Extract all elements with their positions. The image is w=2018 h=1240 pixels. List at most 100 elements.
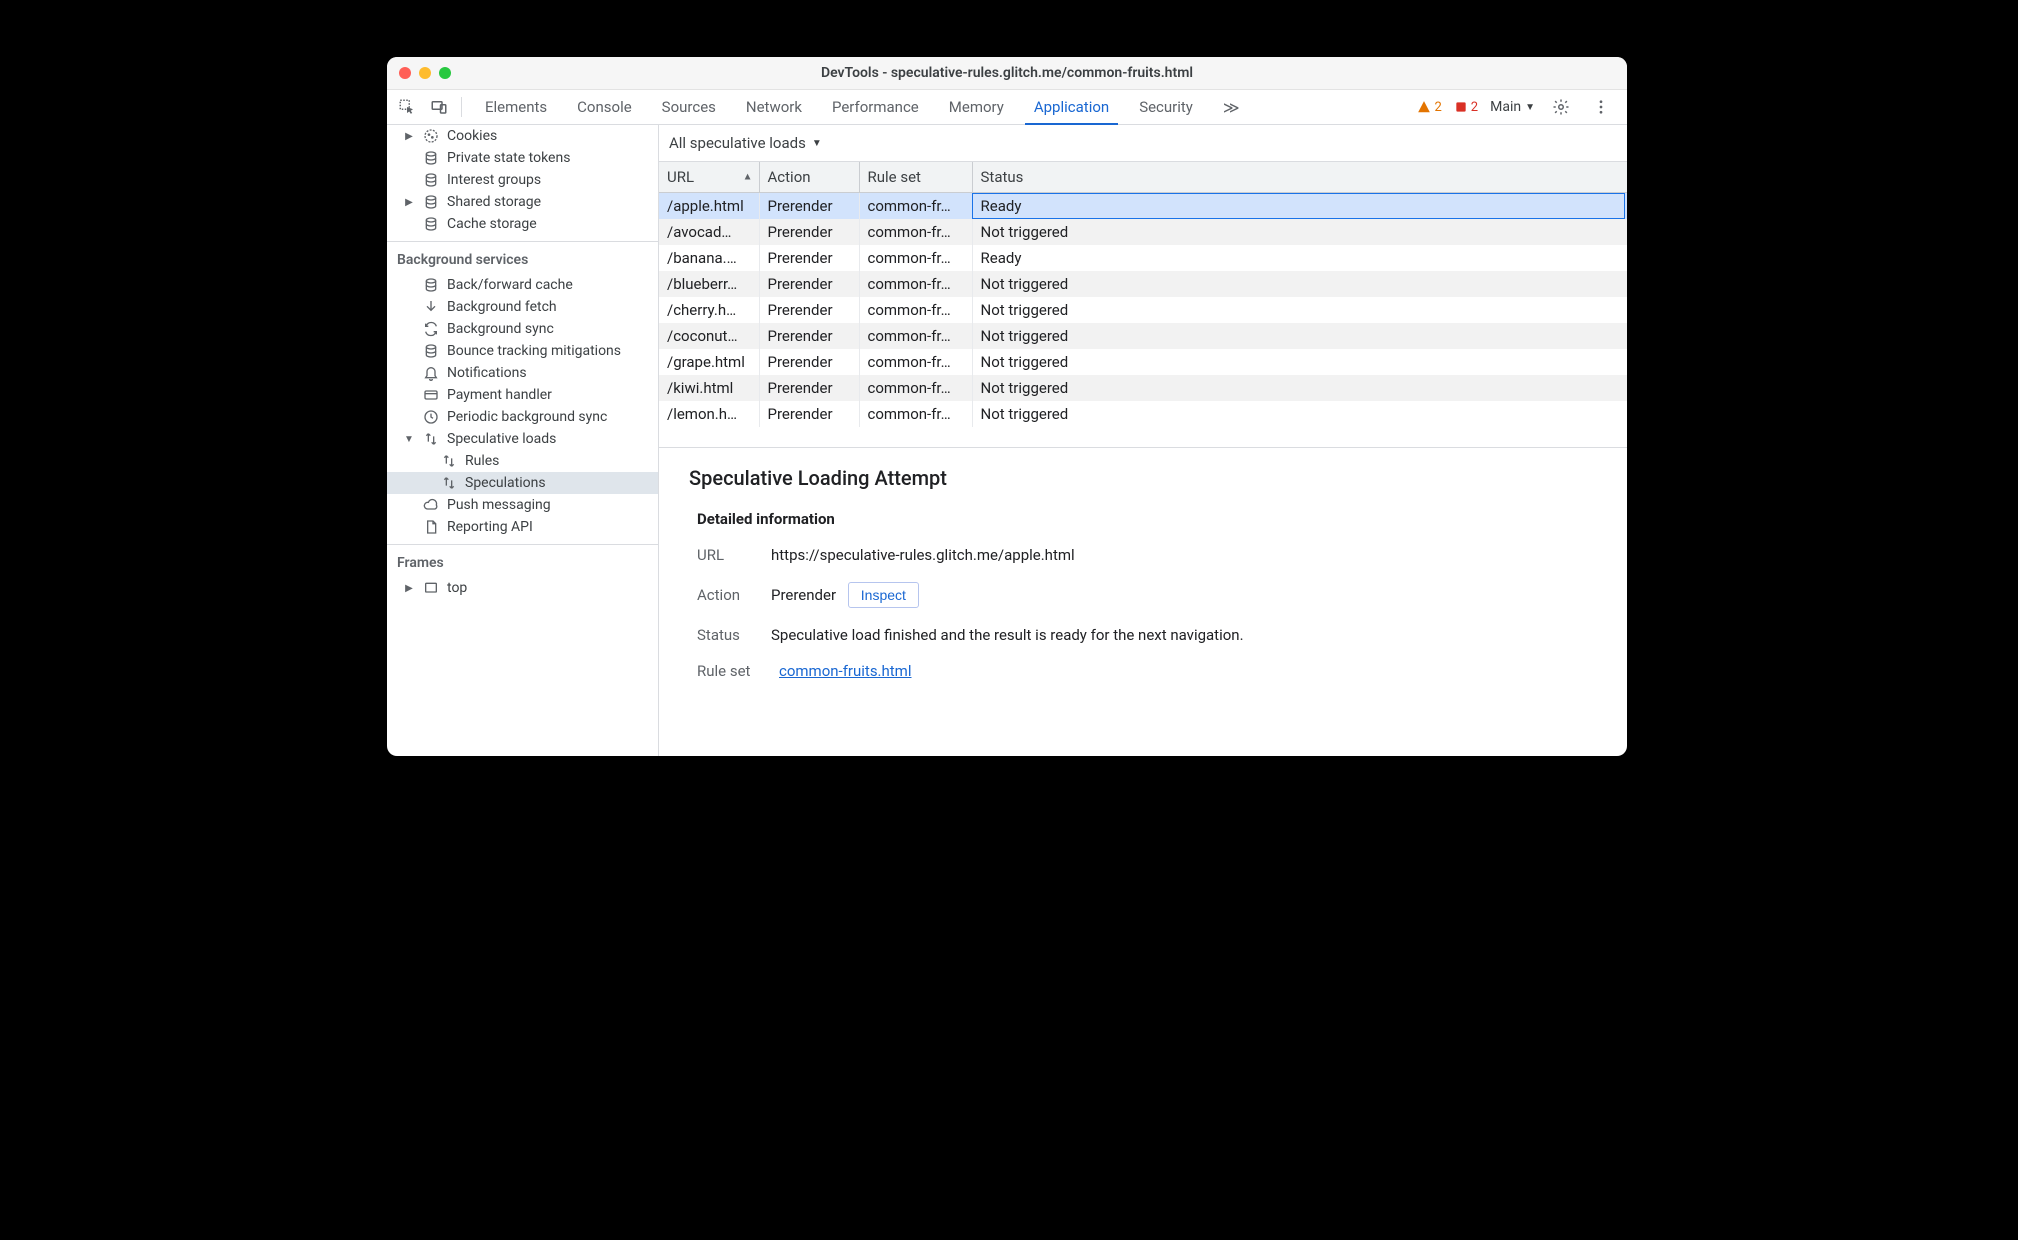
db-icon [423, 150, 439, 166]
tab-memory[interactable]: Memory [934, 90, 1019, 124]
table-row[interactable]: /apple.htmlPrerendercommon-fr…Ready [659, 193, 1627, 220]
column-header-status[interactable]: Status [972, 162, 1627, 193]
inspect-element-icon[interactable] [393, 93, 421, 121]
cell-status: Not triggered [972, 401, 1627, 427]
settings-gear-icon[interactable] [1547, 93, 1575, 121]
table-row[interactable]: /lemon.h…Prerendercommon-fr…Not triggere… [659, 401, 1627, 427]
cell-ruleset: common-fr… [859, 323, 972, 349]
sidebar-item-interest-groups[interactable]: Interest groups [387, 169, 658, 191]
table-row[interactable]: /avocad…Prerendercommon-fr…Not triggered [659, 219, 1627, 245]
devtools-toolbar: Elements Console Sources Network Perform… [387, 90, 1627, 125]
minimize-window-button[interactable] [419, 67, 431, 79]
sort-asc-icon: ▲ [743, 172, 753, 183]
sidebar-item-payment-handler[interactable]: Payment handler [387, 384, 658, 406]
triangle-right-icon[interactable]: ▶ [403, 583, 415, 594]
cell-action: Prerender [759, 401, 859, 427]
sidebar-item-top[interactable]: ▶top [387, 577, 658, 599]
sidebar-item-speculative-loads[interactable]: ▼Speculative loads [387, 428, 658, 450]
table-row[interactable]: /blueberr…Prerendercommon-fr…Not trigger… [659, 271, 1627, 297]
triangle-right-icon[interactable]: ▶ [403, 197, 415, 208]
speculations-table: URL▲ Action Rule set Status /apple.htmlP… [659, 162, 1627, 427]
sidebar-item-shared-storage[interactable]: ▶Shared storage [387, 191, 658, 213]
close-window-button[interactable] [399, 67, 411, 79]
app-sidebar: ▶Cookies Private state tokens Interest gro… [387, 125, 659, 756]
window-controls [387, 67, 451, 79]
table-row[interactable]: /banana.…Prerendercommon-fr…Ready [659, 245, 1627, 271]
filter-dropdown[interactable]: All speculative loads ▼ [669, 134, 822, 152]
cell-url: /banana.… [659, 245, 759, 271]
tab-elements[interactable]: Elements [470, 90, 562, 124]
cloud-icon [423, 497, 439, 513]
cell-action: Prerender [759, 375, 859, 401]
separator [461, 97, 462, 117]
detail-pane: Speculative Loading Attempt Detailed inf… [659, 447, 1627, 756]
table-row[interactable]: /grape.htmlPrerendercommon-fr…Not trigge… [659, 349, 1627, 375]
context-selector[interactable]: Main ▼ [1490, 99, 1535, 115]
db-icon [423, 277, 439, 293]
sidebar-item-label: Bounce tracking mitigations [447, 343, 621, 359]
device-toggle-icon[interactable] [425, 93, 453, 121]
sidebar-item-notifications[interactable]: Notifications [387, 362, 658, 384]
detail-ruleset-link[interactable]: common-fruits.html [779, 662, 912, 680]
page-icon [423, 519, 439, 535]
sidebar-item-label: Background sync [447, 321, 554, 337]
table-row[interactable]: /cherry.h…Prerendercommon-fr…Not trigger… [659, 297, 1627, 323]
inspect-button[interactable]: Inspect [848, 582, 919, 608]
tab-security[interactable]: Security [1124, 90, 1208, 124]
cell-status: Not triggered [972, 297, 1627, 323]
sidebar-item-rules[interactable]: Rules [387, 450, 658, 472]
cell-action: Prerender [759, 271, 859, 297]
sidebar-item-periodic-background-sync[interactable]: Periodic background sync [387, 406, 658, 428]
card-icon [423, 387, 439, 403]
tab-sources[interactable]: Sources [647, 90, 731, 124]
db-icon [423, 343, 439, 359]
sidebar-item-private-state-tokens[interactable]: Private state tokens [387, 147, 658, 169]
tab-network[interactable]: Network [731, 90, 817, 124]
table-row[interactable]: /coconut…Prerendercommon-fr…Not triggere… [659, 323, 1627, 349]
detail-heading: Speculative Loading Attempt [689, 466, 1603, 490]
cell-status: Ready [972, 245, 1627, 271]
detail-status-label: Status [697, 626, 753, 644]
tab-application[interactable]: Application [1019, 90, 1124, 124]
maximize-window-button[interactable] [439, 67, 451, 79]
cell-action: Prerender [759, 297, 859, 323]
column-header-url[interactable]: URL▲ [659, 162, 759, 193]
filter-label: All speculative loads [669, 134, 806, 152]
sidebar-item-label: Periodic background sync [447, 409, 607, 425]
tab-console[interactable]: Console [562, 90, 647, 124]
sidebar-item-speculations[interactable]: Speculations [387, 472, 658, 494]
table-row[interactable]: /kiwi.htmlPrerendercommon-fr…Not trigger… [659, 375, 1627, 401]
sidebar-item-label: Notifications [447, 365, 527, 381]
tabs-overflow-button[interactable]: ≫ [1208, 90, 1255, 124]
sidebar-item-label: Reporting API [447, 519, 533, 535]
detail-subheading: Detailed information [697, 510, 1603, 528]
more-menu-icon[interactable] [1587, 93, 1615, 121]
sidebar-item-label: Payment handler [447, 387, 552, 403]
sidebar-item-cookies[interactable]: ▶Cookies [387, 125, 658, 147]
warnings-badge[interactable]: 2 [1417, 100, 1441, 115]
column-header-action[interactable]: Action [759, 162, 859, 193]
tab-performance[interactable]: Performance [817, 90, 934, 124]
sidebar-item-back-forward-cache[interactable]: Back/forward cache [387, 274, 658, 296]
sidebar-item-reporting-api[interactable]: Reporting API [387, 516, 658, 538]
warnings-count: 2 [1434, 100, 1441, 115]
detail-action-label: Action [697, 586, 753, 604]
sidebar-item-background-sync[interactable]: Background sync [387, 318, 658, 340]
detail-url-label: URL [697, 546, 753, 564]
sidebar-item-label: Private state tokens [447, 150, 570, 166]
triangle-right-icon[interactable]: ▶ [403, 131, 415, 142]
triangle-down-icon[interactable]: ▼ [403, 434, 415, 445]
cell-status: Ready [972, 193, 1627, 220]
sidebar-item-push-messaging[interactable]: Push messaging [387, 494, 658, 516]
sidebar-item-cache-storage[interactable]: Cache storage [387, 213, 658, 235]
context-selector-label: Main [1490, 99, 1521, 115]
column-header-ruleset[interactable]: Rule set [859, 162, 972, 193]
chevron-down-icon: ▼ [812, 138, 822, 149]
sidebar-item-background-fetch[interactable]: Background fetch [387, 296, 658, 318]
errors-badge[interactable]: 2 [1454, 100, 1478, 115]
errors-count: 2 [1471, 100, 1478, 115]
cell-action: Prerender [759, 349, 859, 375]
titlebar: DevTools - speculative-rules.glitch.me/c… [387, 57, 1627, 90]
frame-icon [423, 580, 439, 596]
sidebar-item-bounce-tracking-mitigations[interactable]: Bounce tracking mitigations [387, 340, 658, 362]
